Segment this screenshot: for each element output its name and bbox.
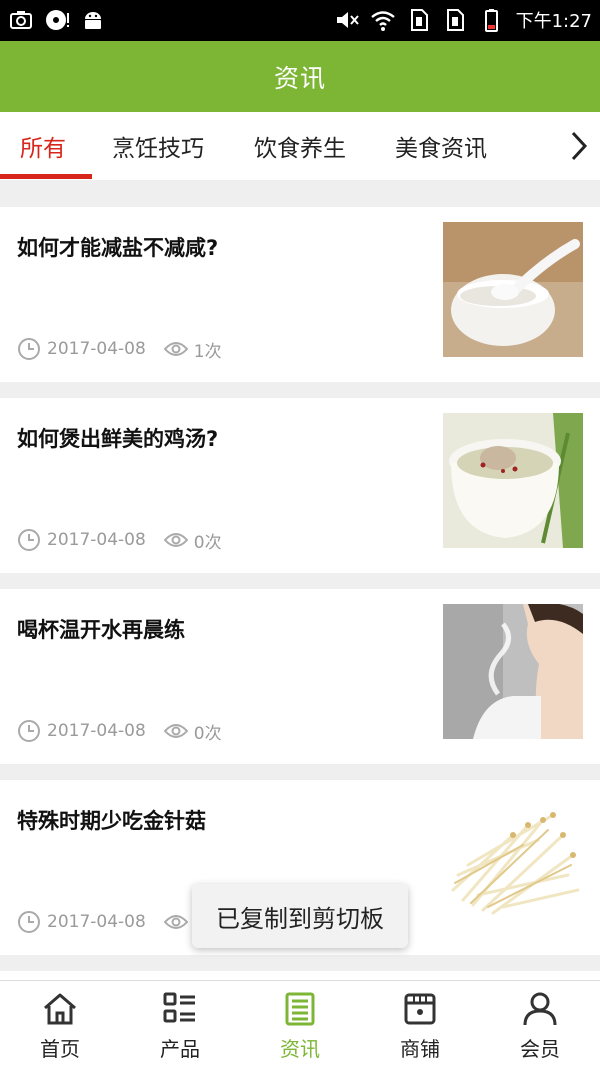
nav-label: 首页 — [40, 1037, 80, 1061]
article-thumbnail — [443, 795, 583, 930]
user-icon — [523, 992, 557, 1026]
nav-home[interactable]: 首页 — [0, 981, 120, 1067]
nav-member[interactable]: 会员 — [480, 981, 600, 1067]
article-item[interactable]: 如何煲出鲜美的鸡汤? 2017-04-08 0次 — [0, 398, 600, 573]
category-tabs: 所有 烹饪技巧 饮食养生 美食资讯 — [0, 112, 600, 180]
article-title: 特殊时期少吃金针菇 — [17, 809, 206, 833]
nav-products[interactable]: 产品 — [120, 981, 240, 1067]
article-date: 2017-04-08 — [47, 912, 146, 932]
page-title: 资讯 — [273, 63, 326, 93]
article-date: 2017-04-08 — [47, 339, 146, 359]
article-item[interactable]: 喝杯温开水再晨练 2017-04-08 0次 — [0, 589, 600, 764]
article-title: 如何煲出鲜美的鸡汤? — [17, 427, 219, 451]
bottom-nav: 首页 产品 资讯 商铺 会员 — [0, 980, 600, 1067]
eye-icon — [163, 342, 188, 356]
article-date: 2017-04-08 — [47, 721, 146, 741]
battery-icon — [484, 9, 498, 32]
app-header: 资讯 — [0, 41, 600, 112]
clock-icon — [18, 529, 40, 551]
eye-icon — [163, 533, 188, 547]
nav-store[interactable]: 商铺 — [360, 981, 480, 1067]
mute-icon — [336, 12, 359, 28]
nav-label: 商铺 — [400, 1037, 440, 1061]
clock-icon — [18, 338, 40, 360]
copied-toast: 已复制到剪切板 — [192, 884, 408, 948]
eye-icon — [163, 724, 188, 738]
article-meta: 2017-04-08 0次 — [17, 526, 222, 554]
active-tab-indicator — [0, 174, 92, 179]
tab-food-news[interactable]: 美食资讯 — [395, 112, 487, 180]
store-icon — [404, 993, 436, 1025]
music-disc-icon — [46, 10, 69, 30]
article-thumbnail — [443, 222, 583, 357]
nav-news[interactable]: 资讯 — [240, 981, 360, 1067]
nav-label: 资讯 — [280, 1037, 320, 1061]
screenshot-icon — [10, 11, 32, 29]
article-views: 0次 — [193, 532, 222, 553]
news-icon — [285, 992, 315, 1026]
nav-label: 产品 — [160, 1037, 200, 1061]
article-date: 2017-04-08 — [47, 530, 146, 550]
article-meta: 2017-04-08 0次 — [17, 717, 222, 745]
tab-cooking-tips[interactable]: 烹饪技巧 — [112, 112, 204, 180]
list-icon — [163, 992, 195, 1023]
android-icon — [85, 12, 101, 29]
article-thumbnail — [443, 413, 583, 548]
clock-icon — [18, 911, 40, 933]
article-title: 喝杯温开水再晨练 — [17, 618, 185, 642]
tab-all[interactable]: 所有 — [20, 112, 66, 180]
home-icon — [44, 993, 76, 1025]
article-thumbnail — [443, 604, 583, 739]
tabs-next-button[interactable] — [558, 112, 600, 180]
clock-icon — [18, 720, 40, 742]
article-views: 1次 — [193, 341, 222, 362]
article-item[interactable]: 如何才能减盐不减咸? 2017-04-08 1次 — [0, 207, 600, 382]
article-meta: 2017-04-08 1次 — [17, 335, 222, 363]
status-bar: 下午1:27 — [0, 0, 600, 41]
status-time: 下午1:27 — [515, 11, 592, 32]
sim2-icon — [446, 9, 464, 31]
nav-label: 会员 — [520, 1037, 560, 1061]
sim1-icon — [410, 9, 428, 31]
article-meta: 2017-04-08 — [17, 908, 194, 936]
wifi-icon — [370, 11, 395, 31]
eye-icon — [163, 915, 188, 929]
article-title: 如何才能减盐不减咸? — [17, 236, 219, 260]
tab-diet-health[interactable]: 饮食养生 — [254, 112, 346, 180]
chevron-right-icon — [571, 131, 588, 161]
article-views: 0次 — [193, 723, 222, 744]
